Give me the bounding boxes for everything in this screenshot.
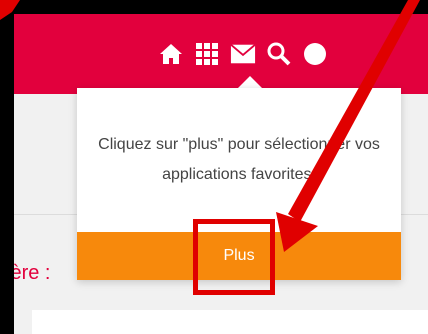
content-panel <box>32 310 428 334</box>
highlight-box <box>193 219 275 295</box>
home-icon[interactable] <box>158 41 184 67</box>
partial-heading: ière : <box>14 262 51 284</box>
top-icons-group <box>158 41 338 67</box>
grid-icon[interactable] <box>194 41 220 67</box>
top-navigation-bar <box>14 14 428 94</box>
popover-message: Cliquez sur "plus" pour sélectionner vos… <box>98 136 380 183</box>
user-icon[interactable] <box>302 41 328 67</box>
popover-arrow <box>238 76 262 88</box>
mail-icon[interactable] <box>230 41 256 67</box>
search-icon[interactable] <box>266 41 292 67</box>
